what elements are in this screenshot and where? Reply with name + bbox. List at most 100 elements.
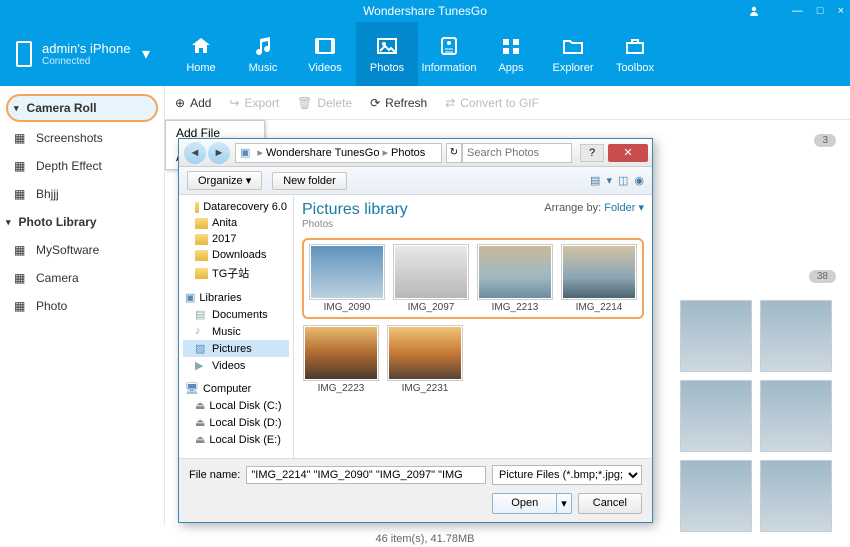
sidebar-group-photo-library[interactable]: ▾Photo Library (0, 208, 164, 236)
organize-button[interactable]: Organize ▾ (187, 171, 262, 190)
tree-folder[interactable]: Datarecovery 6.0 (183, 199, 289, 215)
app-title: Wondershare TunesGo (363, 4, 487, 18)
photo-thumb[interactable] (680, 380, 752, 452)
new-folder-button[interactable]: New folder (272, 172, 347, 190)
tree-lib-documents[interactable]: ▤Documents (183, 306, 289, 323)
count-badge: 3 (814, 134, 836, 147)
tree-label: Datarecovery 6.0 (203, 201, 287, 213)
toolbar-label: Export (244, 96, 279, 110)
arrange-by[interactable]: Arrange by: Folder ▾ (544, 201, 644, 214)
sidebar-item-bhjjj[interactable]: ▦Bhjjj (0, 180, 164, 208)
album-icon: ▦ (14, 131, 28, 145)
album-icon: ▦ (14, 271, 28, 285)
tree-folder[interactable]: Downloads (183, 247, 289, 263)
add-button[interactable]: ⊕Add (175, 96, 211, 110)
file-item[interactable]: IMG_2223 (302, 325, 380, 394)
folder-tree: Datarecovery 6.0 Anita 2017 Downloads TG… (179, 195, 294, 458)
search-input[interactable] (462, 143, 572, 163)
filetype-select[interactable]: Picture Files (*.bmp;*.jpg;*.jpeg) (492, 465, 642, 485)
sidebar-item-label: Photo (36, 299, 67, 313)
tree-computer-header[interactable]: 🖥Computer (183, 380, 289, 397)
sidebar-item-label: Depth Effect (36, 159, 102, 173)
tree-label: Libraries (199, 292, 241, 304)
maximize-button[interactable]: □ (817, 5, 824, 17)
tree-label: 2017 (212, 233, 236, 245)
device-selector[interactable]: admin's iPhone Connected ▾ (0, 41, 170, 67)
dialog-close-button[interactable]: ✕ (608, 144, 648, 162)
photo-thumb[interactable] (680, 300, 752, 372)
photo-thumb[interactable] (760, 460, 832, 532)
image-thumb (305, 327, 377, 379)
tree-drive[interactable]: ⏏Local Disk (D:) (183, 414, 289, 431)
toolbar-label: Delete (317, 96, 352, 110)
user-icon[interactable] (748, 5, 760, 17)
drive-icon: ⏏ (195, 399, 205, 412)
cancel-button[interactable]: Cancel (578, 493, 642, 514)
open-button[interactable]: Open (492, 493, 557, 514)
tree-folder[interactable]: TG子站 (183, 263, 289, 283)
refresh-crumb-button[interactable]: ↻ (446, 143, 462, 163)
dialog-help-button[interactable]: ? (580, 144, 604, 162)
forward-button[interactable]: ► (208, 142, 230, 164)
nav-explorer[interactable]: Explorer (542, 22, 604, 86)
collapse-icon: ▾ (14, 103, 19, 114)
nav-apps[interactable]: Apps (480, 22, 542, 86)
arrange-label: Arrange by: (544, 202, 601, 214)
view-dropdown-icon[interactable]: ▾ (606, 174, 612, 187)
sidebar-item-photo[interactable]: ▦Photo (0, 292, 164, 320)
toolbox-icon (621, 34, 649, 58)
tree-lib-music[interactable]: ♪Music (183, 323, 289, 340)
sidebar-item-camera[interactable]: ▦Camera (0, 264, 164, 292)
nav-label: Photos (370, 62, 404, 74)
photo-thumb[interactable] (760, 300, 832, 372)
photo-thumb[interactable] (680, 460, 752, 532)
folder-icon (195, 218, 208, 229)
sidebar-item-depth-effect[interactable]: ▦ Depth Effect (0, 152, 164, 180)
back-button[interactable]: ◄ (184, 142, 206, 164)
top-nav: admin's iPhone Connected ▾ Home Music Vi… (0, 22, 850, 86)
chevron-down-icon: ▾ (142, 44, 150, 64)
video-icon (311, 34, 339, 58)
minimize-button[interactable]: — (792, 5, 803, 17)
refresh-button[interactable]: ⟳Refresh (370, 96, 427, 110)
file-item[interactable]: IMG_2231 (386, 325, 464, 394)
preview-pane-icon[interactable]: ◫ (618, 174, 628, 187)
delete-button[interactable]: 🗑Delete (297, 96, 352, 110)
nav-photos[interactable]: Photos (356, 22, 418, 86)
file-item[interactable]: IMG_2097 (392, 244, 470, 313)
breadcrumb[interactable]: ▣ ▸ Wondershare TunesGo ▸ Photos (235, 143, 442, 163)
nav-information[interactable]: Information (418, 22, 480, 86)
tree-lib-videos[interactable]: ▶Videos (183, 357, 289, 374)
sidebar-item-mysoftware[interactable]: ▦MySoftware (0, 236, 164, 264)
nav-toolbox[interactable]: Toolbox (604, 22, 666, 86)
tree-folder[interactable]: 2017 (183, 231, 289, 247)
nav-music[interactable]: Music (232, 22, 294, 86)
close-button[interactable]: × (838, 5, 844, 17)
home-icon (187, 34, 215, 58)
export-button[interactable]: ↪Export (229, 96, 279, 110)
tree-folder[interactable]: Anita (183, 215, 289, 231)
filename-input[interactable] (246, 466, 486, 484)
tree-drive[interactable]: ⏏Local Disk (E:) (183, 431, 289, 448)
sidebar-group-camera-roll[interactable]: ▾Camera Roll (6, 94, 158, 122)
sidebar-item-screenshots[interactable]: ▦Screenshots (0, 124, 164, 152)
file-item[interactable]: IMG_2213 (476, 244, 554, 313)
view-icon[interactable]: ▤ (590, 174, 600, 187)
nav-videos[interactable]: Videos (294, 22, 356, 86)
file-item[interactable]: IMG_2090 (308, 244, 386, 313)
nav-label: Toolbox (616, 62, 654, 74)
nav-home[interactable]: Home (170, 22, 232, 86)
open-split-button[interactable]: ▾ (557, 493, 572, 514)
photo-thumb[interactable] (760, 380, 832, 452)
file-item[interactable]: IMG_2214 (560, 244, 638, 313)
gif-icon: ⇄ (445, 96, 455, 110)
image-thumb (311, 246, 383, 298)
convert-gif-button[interactable]: ⇄Convert to GIF (445, 96, 539, 110)
tree-drive[interactable]: ⏏Local Disk (C:) (183, 397, 289, 414)
help-icon[interactable]: ◉ (634, 174, 644, 187)
tree-lib-pictures[interactable]: ▨Pictures (183, 340, 289, 357)
tree-libraries-header[interactable]: ▣ Libraries (183, 289, 289, 306)
album-icon: ▦ (14, 159, 28, 173)
library-icon: ▣ (185, 291, 195, 304)
title-bar: Wondershare TunesGo — □ × (0, 0, 850, 22)
